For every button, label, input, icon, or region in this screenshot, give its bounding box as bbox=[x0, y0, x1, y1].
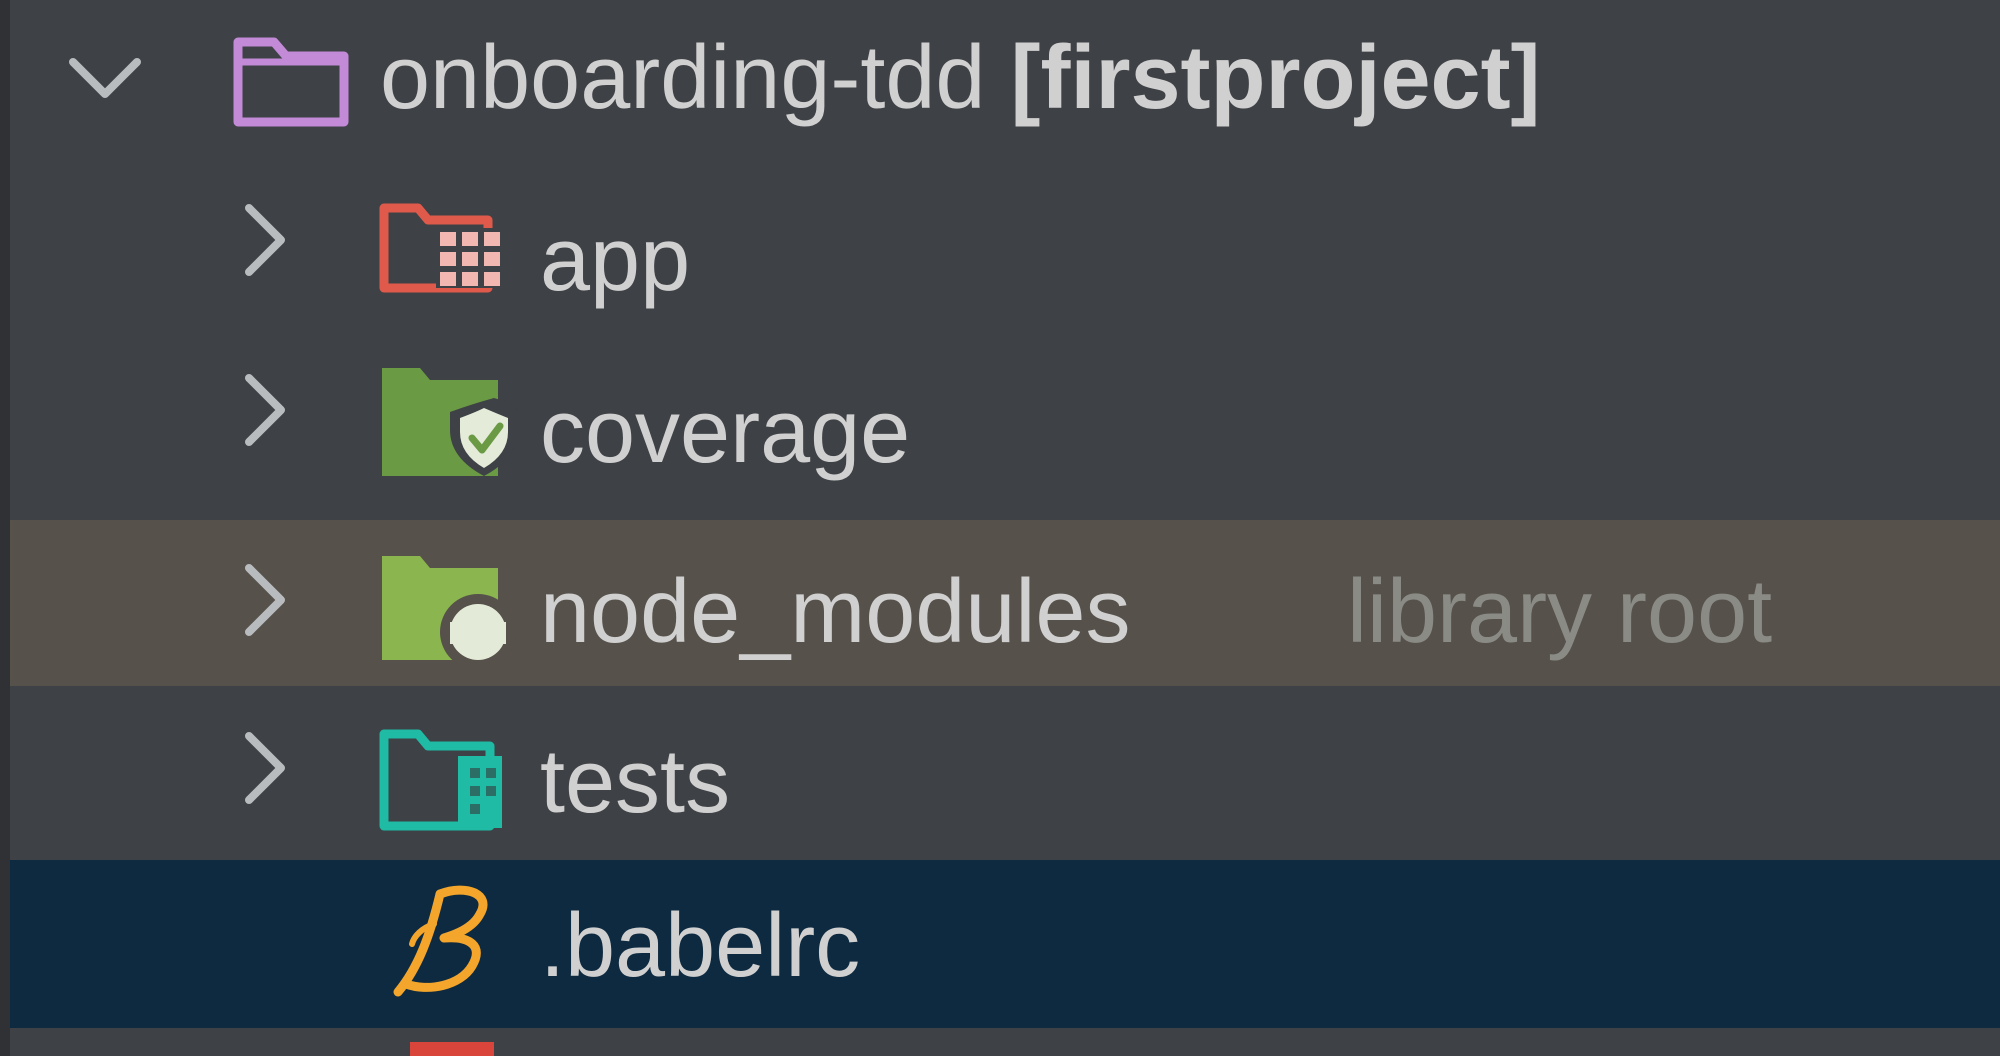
chevron-right-icon[interactable] bbox=[225, 370, 305, 450]
root-name: onboarding-tdd bbox=[380, 28, 986, 128]
root-module: [firstproject] bbox=[1010, 28, 1541, 128]
tool-window-edge bbox=[0, 0, 10, 1056]
app-folder-icon bbox=[379, 203, 508, 293]
folder-icon bbox=[233, 37, 349, 127]
tree-row-coverage[interactable]: coverage bbox=[10, 352, 2000, 524]
tree-row-app[interactable]: app bbox=[10, 180, 2000, 352]
item-label-coverage[interactable]: coverage bbox=[540, 382, 910, 482]
item-label-app[interactable]: app bbox=[540, 210, 690, 310]
tree-row-root[interactable]: onboarding-tdd [firstproject] bbox=[10, 8, 2000, 180]
item-label-babelrc[interactable]: .babelrc bbox=[540, 896, 860, 996]
tree-row-tests[interactable]: tests bbox=[10, 686, 2000, 858]
root-label[interactable]: onboarding-tdd [firstproject] bbox=[380, 28, 1541, 128]
coverage-folder-icon bbox=[382, 368, 518, 476]
chevron-right-icon[interactable] bbox=[225, 200, 305, 280]
tests-folder-icon bbox=[379, 729, 502, 831]
tree-row-node-modules[interactable]: node_modules library root bbox=[10, 520, 2000, 686]
chevron-right-icon[interactable] bbox=[225, 560, 305, 640]
item-label-node-modules[interactable]: node_modules bbox=[540, 562, 1130, 662]
babel-icon bbox=[393, 885, 488, 997]
tree-row-partial bbox=[10, 1028, 2000, 1056]
chevron-down-icon[interactable] bbox=[65, 38, 145, 118]
library-root-hint: library root bbox=[1347, 562, 1773, 662]
tree-row-babelrc[interactable]: .babelrc bbox=[10, 860, 2000, 1028]
file-icon-partial bbox=[410, 1042, 494, 1056]
chevron-right-icon[interactable] bbox=[225, 728, 305, 808]
library-folder-icon bbox=[382, 556, 516, 666]
item-label-tests[interactable]: tests bbox=[540, 732, 730, 832]
